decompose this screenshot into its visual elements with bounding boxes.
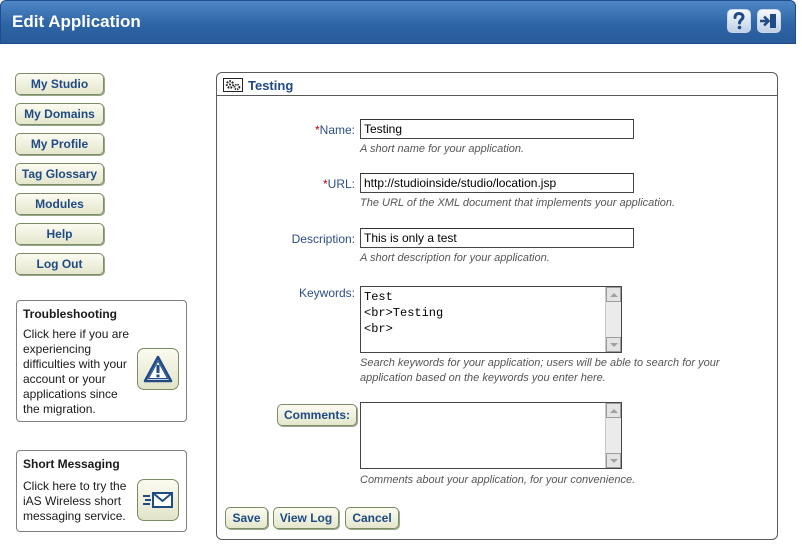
save-button[interactable]: Save — [225, 507, 268, 529]
url-field[interactable]: http://studioinside/studio/location.jsp — [360, 173, 634, 193]
scroll-down-icon[interactable] — [606, 453, 621, 468]
short-messaging-text: Click here to try the iAS Wireless short… — [23, 479, 127, 523]
name-field[interactable]: Testing — [360, 119, 634, 139]
description-hint: A short description for your application… — [360, 252, 550, 264]
short-messaging-button[interactable] — [137, 479, 179, 521]
nav-my-profile-button[interactable]: My Profile — [15, 133, 104, 155]
exit-door-icon — [760, 14, 776, 28]
help-button[interactable] — [727, 9, 751, 33]
troubleshooting-button[interactable] — [137, 348, 179, 390]
url-hint: The URL of the XML document that impleme… — [360, 197, 676, 209]
nav-modules-button[interactable]: Modules — [15, 193, 104, 215]
panel-title: Testing — [248, 78, 294, 93]
comments-hint: Comments about your application, for you… — [360, 474, 636, 486]
description-field[interactable]: This is only a test — [360, 228, 634, 248]
url-label: *URL: — [322, 177, 355, 191]
description-label: Description: — [291, 232, 355, 246]
nav-my-studio-button[interactable]: My Studio — [15, 73, 104, 95]
short-messaging-title: Short Messaging — [23, 457, 120, 471]
nav-log-out-button[interactable]: Log Out — [15, 253, 104, 275]
keywords-textarea[interactable]: Test <br>Testing <br> — [360, 286, 622, 353]
nav-tag-glossary-button[interactable]: Tag Glossary — [15, 163, 104, 185]
cancel-button[interactable]: Cancel — [345, 507, 399, 529]
keywords-hint: Search keywords for your application; us… — [360, 357, 720, 384]
troubleshooting-title: Troubleshooting — [23, 307, 117, 321]
page-title: Edit Application — [12, 12, 141, 31]
panel-header — [217, 73, 777, 96]
view-log-button[interactable]: View Log — [273, 507, 339, 529]
comments-scrollbar[interactable] — [605, 403, 621, 468]
nav-help-button[interactable]: Help — [15, 223, 104, 245]
exit-button[interactable] — [757, 9, 781, 33]
comments-button[interactable]: Comments: — [277, 404, 357, 426]
nav-my-domains-button[interactable]: My Domains — [15, 103, 104, 125]
name-label: *Name: — [314, 123, 355, 137]
troubleshooting-box[interactable]: Troubleshooting Click here if you are ex… — [16, 300, 187, 422]
scroll-down-icon[interactable] — [606, 337, 621, 352]
envelope-icon — [143, 492, 173, 508]
warning-triangle-icon — [143, 355, 173, 383]
question-mark-icon — [733, 12, 745, 30]
scroll-up-icon[interactable] — [606, 403, 621, 418]
keywords-label: Keywords: — [298, 286, 355, 300]
comments-textarea[interactable] — [360, 402, 622, 469]
troubleshooting-text: Click here if you are experiencing diffi… — [23, 327, 130, 416]
scroll-up-icon[interactable] — [606, 287, 621, 302]
keywords-scrollbar[interactable] — [605, 287, 621, 352]
short-messaging-box[interactable]: Short Messaging Click here to try the iA… — [16, 450, 187, 532]
gears-icon — [223, 78, 243, 95]
name-hint: A short name for your application. — [360, 143, 525, 155]
keywords-text: Test <br>Testing <br> — [364, 290, 444, 336]
